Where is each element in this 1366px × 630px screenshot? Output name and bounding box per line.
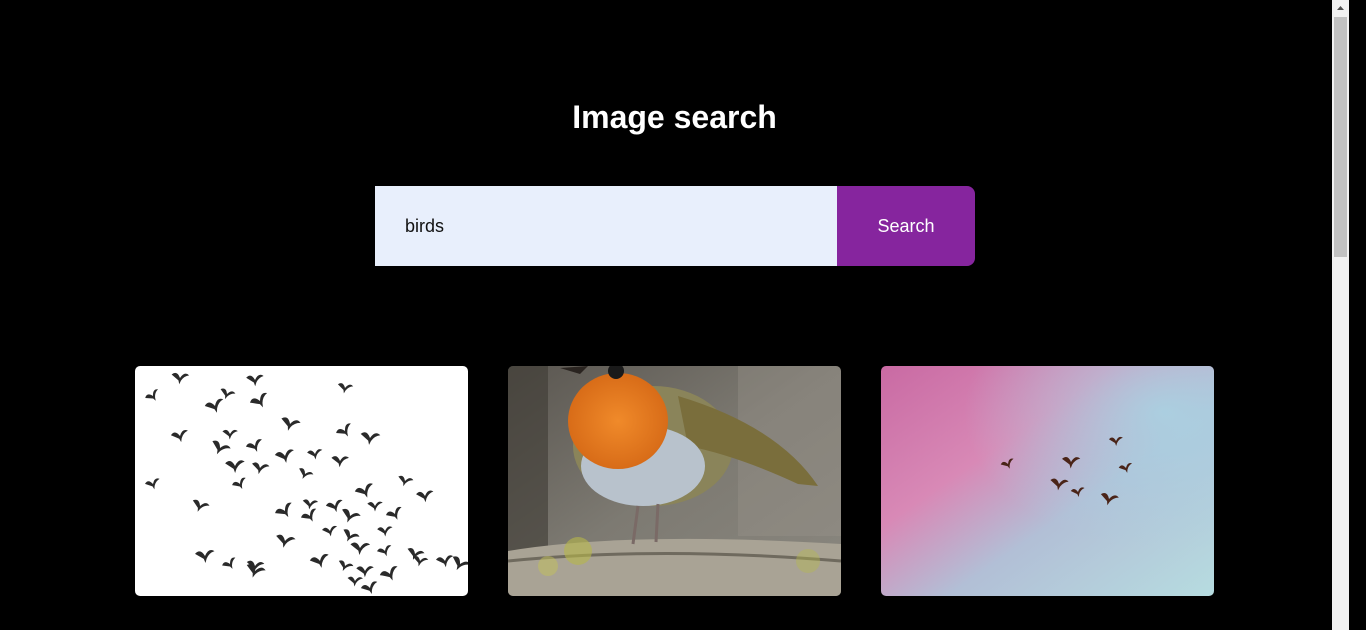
vertical-scrollbar[interactable] xyxy=(1332,0,1349,630)
results-grid xyxy=(135,366,1214,596)
search-input[interactable] xyxy=(375,186,837,266)
page: Image search Search xyxy=(0,0,1349,630)
flock-image xyxy=(135,366,468,596)
result-image-sky[interactable] xyxy=(881,366,1214,596)
robin-image xyxy=(508,366,841,596)
sky-image xyxy=(881,366,1214,596)
result-image-flock[interactable] xyxy=(135,366,468,596)
scrollbar-thumb[interactable] xyxy=(1334,17,1347,257)
search-form: Search xyxy=(375,186,975,266)
scroll-up-arrow-icon[interactable] xyxy=(1332,0,1349,17)
search-button[interactable]: Search xyxy=(837,186,975,266)
result-image-robin[interactable] xyxy=(508,366,841,596)
page-title: Image search xyxy=(572,99,777,135)
